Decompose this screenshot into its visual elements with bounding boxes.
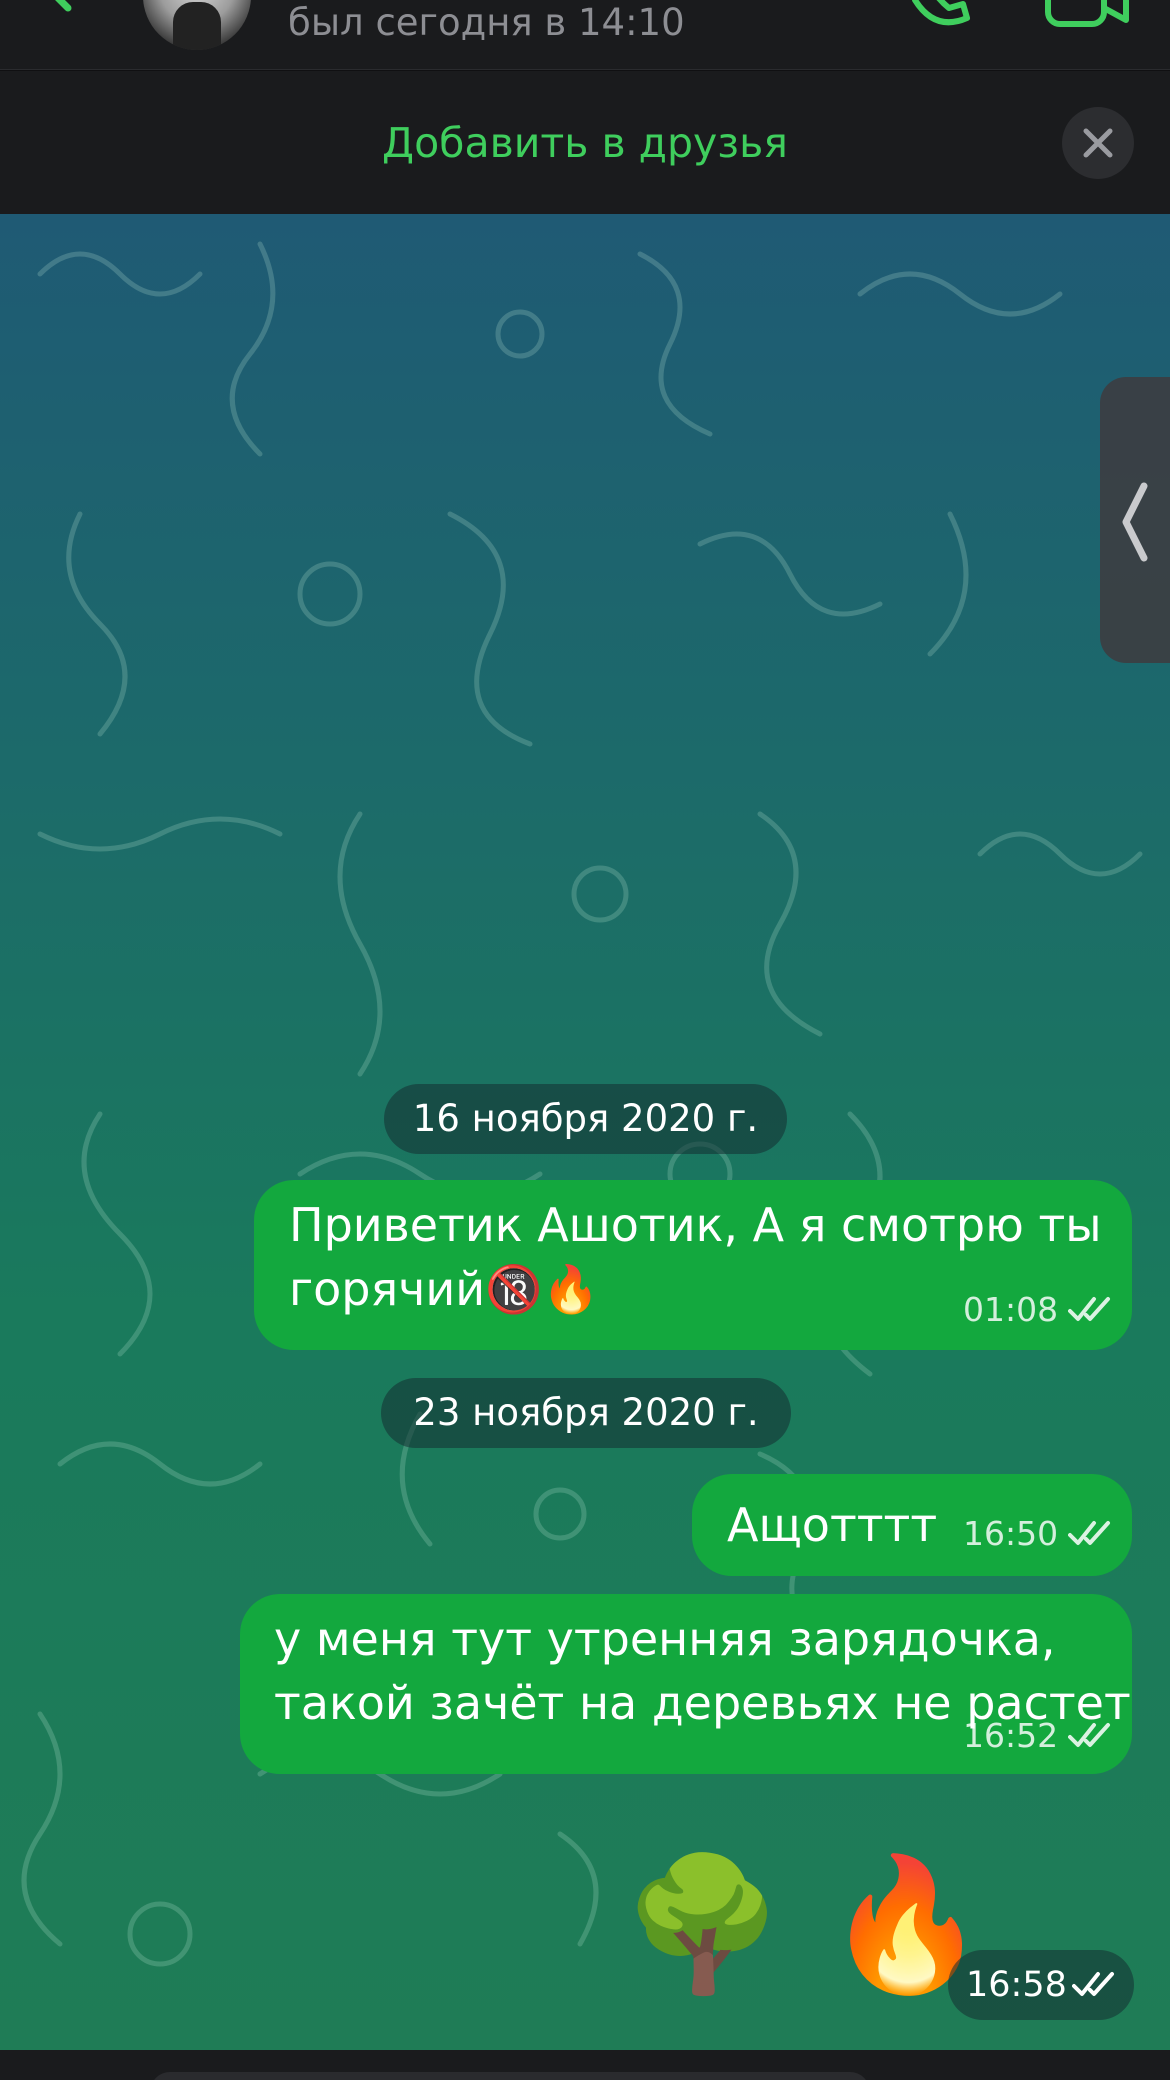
double-check-icon [1068, 1297, 1110, 1321]
side-panel-handle[interactable] [1100, 377, 1170, 663]
message-time: 16:58 [966, 1965, 1067, 2005]
video-camera-icon[interactable] [1040, 0, 1130, 30]
avatar[interactable] [143, 0, 251, 50]
message-time: 16:50 [963, 1514, 1059, 1553]
message-time: 16:52 [963, 1716, 1059, 1755]
message-bubble[interactable]: Ащотттт 16:50 [692, 1474, 1132, 1576]
message-input[interactable] [150, 2072, 870, 2080]
message-text: Ащотттт [727, 1498, 938, 1552]
emoji-message-meta: 16:58 [948, 1950, 1134, 2020]
chat-header: был сегодня в 14:10 [0, 0, 1170, 70]
date-separator: 16 ноября 2020 г. [384, 1084, 787, 1154]
composer-bar [0, 2050, 1170, 2080]
message-time: 01:08 [963, 1290, 1059, 1329]
date-separator: 23 ноября 2020 г. [381, 1378, 791, 1448]
add-friend-button[interactable]: Добавить в друзья [0, 117, 1170, 169]
dismiss-add-friend-button[interactable] [1062, 107, 1134, 179]
message-text: у меня тут утренняя зарядочка, [274, 1612, 1056, 1666]
message-bubble[interactable]: у меня тут утренняя зарядочка, такой зач… [240, 1594, 1132, 1774]
chevron-left-icon [1122, 482, 1148, 562]
double-check-icon [1072, 1972, 1114, 1996]
message-text: Приветик Ашотик, А я смотрю ты [289, 1198, 1102, 1252]
chat-background: 16 ноября 2020 г. Приветик Ашотик, А я с… [0, 214, 1170, 2050]
close-icon [1083, 128, 1113, 158]
add-friend-bar: Добавить в друзья [0, 71, 1170, 214]
double-check-icon [1068, 1723, 1110, 1747]
last-seen-status: был сегодня в 14:10 [288, 1, 685, 44]
back-chevron-icon[interactable] [38, 0, 78, 26]
message-text: горячий🔞🔥 [289, 1262, 600, 1316]
double-check-icon [1068, 1521, 1110, 1545]
emoji-message[interactable]: 🌳 🔥 [622, 1854, 987, 1994]
message-bubble[interactable]: Приветик Ашотик, А я смотрю ты горячий🔞🔥… [254, 1180, 1132, 1350]
phone-icon[interactable] [905, 0, 975, 30]
